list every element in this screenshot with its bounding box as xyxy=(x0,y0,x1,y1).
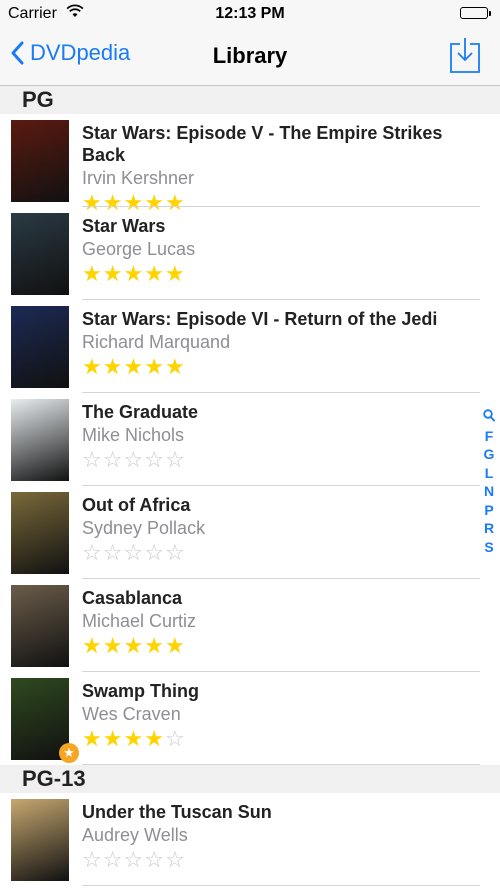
star-filled-icon: ★ xyxy=(123,726,145,751)
star-filled-icon: ★ xyxy=(123,261,145,286)
star-filled-icon: ★ xyxy=(123,354,145,379)
movie-director: Wes Craven xyxy=(82,704,181,724)
index-letter[interactable]: N xyxy=(478,482,500,501)
star-empty-icon: ☆ xyxy=(102,847,124,872)
movie-title: Swamp Thing xyxy=(82,681,199,701)
index-letter[interactable]: F xyxy=(478,427,500,446)
star-filled-icon: ★ xyxy=(123,633,145,658)
star-empty-icon: ☆ xyxy=(123,540,145,565)
movie-director: Irvin Kershner xyxy=(82,168,195,188)
movie-row[interactable]: Star Wars George Lucas ★★★★★ xyxy=(0,207,480,300)
star-filled-icon: ★ xyxy=(82,261,103,286)
movie-cover xyxy=(11,120,69,202)
star-filled-icon: ★ xyxy=(164,261,186,286)
index-letter[interactable]: R xyxy=(478,519,500,538)
movie-director: Audrey Wells xyxy=(82,825,188,845)
movie-title: Star Wars xyxy=(82,216,166,236)
section-header-pg: PG xyxy=(0,86,500,114)
star-filled-icon: ★ xyxy=(164,633,186,658)
star-empty-icon: ☆ xyxy=(144,847,165,872)
star-empty-icon: ☆ xyxy=(164,726,186,751)
star-filled-icon: ★ xyxy=(144,726,165,751)
movie-director: Richard Marquand xyxy=(82,332,231,352)
movie-row[interactable]: Star Wars: Episode VI - Return of the Je… xyxy=(0,300,480,393)
star-empty-icon: ☆ xyxy=(102,447,124,472)
movie-row[interactable]: Swamp Thing Wes Craven ★★★★☆ ★ xyxy=(0,672,480,765)
index-letter[interactable]: P xyxy=(478,501,500,520)
download-button[interactable] xyxy=(449,36,481,79)
movie-row[interactable]: Out of Africa Sydney Pollack ☆☆☆☆☆ xyxy=(0,486,480,579)
star-filled-icon: ★ xyxy=(102,633,124,658)
star-filled-icon: ★ xyxy=(82,633,103,658)
star-rating: ★★★★★ xyxy=(82,355,472,379)
movie-row[interactable]: Casablanca Michael Curtiz ★★★★★ xyxy=(0,579,480,672)
movie-director: Mike Nichols xyxy=(82,425,185,445)
movie-cover xyxy=(11,585,69,667)
movie-cover xyxy=(11,492,69,574)
star-filled-icon: ★ xyxy=(164,354,186,379)
movie-cover xyxy=(11,306,69,388)
movie-title: Under the Tuscan Sun xyxy=(82,802,272,822)
star-filled-icon: ★ xyxy=(144,354,165,379)
star-rating: ☆☆☆☆☆ xyxy=(82,448,472,472)
movie-cover xyxy=(11,799,69,881)
star-rating: ★★★★☆ xyxy=(82,727,472,751)
star-rating: ☆☆☆☆☆ xyxy=(82,541,472,565)
star-filled-icon: ★ xyxy=(102,354,124,379)
star-empty-icon: ☆ xyxy=(164,540,186,565)
movie-row[interactable]: Star Wars: Episode V - The Empire Strike… xyxy=(0,114,480,215)
star-empty-icon: ☆ xyxy=(123,447,145,472)
star-empty-icon: ☆ xyxy=(123,847,145,872)
star-filled-icon: ★ xyxy=(82,354,103,379)
star-empty-icon: ☆ xyxy=(144,447,165,472)
star-filled-icon: ★ xyxy=(102,261,124,286)
page-title: Library xyxy=(212,43,288,68)
section-label: PG-13 xyxy=(22,766,86,791)
index-letter[interactable]: S xyxy=(478,538,500,557)
star-empty-icon: ☆ xyxy=(164,447,186,472)
star-filled-icon: ★ xyxy=(144,261,165,286)
section-header-pg13: PG-13 xyxy=(0,765,500,793)
status-time: 12:13 PM xyxy=(215,5,285,22)
index-letter[interactable]: L xyxy=(478,464,500,483)
battery-icon xyxy=(460,7,491,19)
movie-title: The Graduate xyxy=(82,402,199,422)
index-search-icon[interactable] xyxy=(478,408,500,427)
section-index[interactable]: F G L N P R S xyxy=(478,408,500,556)
navigation-bar: DVDpedia Library xyxy=(0,28,500,86)
star-empty-icon: ☆ xyxy=(82,847,103,872)
star-empty-icon: ☆ xyxy=(102,540,124,565)
star-empty-icon: ☆ xyxy=(164,847,186,872)
movie-director: Sydney Pollack xyxy=(82,518,206,538)
movie-title: Star Wars: Episode VI - Return of the Je… xyxy=(82,309,438,329)
movie-cover xyxy=(11,399,69,481)
section-label: PG xyxy=(22,87,54,112)
star-filled-icon: ★ xyxy=(102,726,124,751)
download-icon xyxy=(450,38,480,73)
movie-title: Out of Africa xyxy=(82,495,191,515)
star-empty-icon: ☆ xyxy=(82,447,103,472)
row-divider xyxy=(82,885,480,886)
star-filled-icon: ★ xyxy=(82,726,103,751)
star-rating: ★★★★★ xyxy=(82,262,472,286)
movie-row[interactable]: Under the Tuscan Sun Audrey Wells ☆☆☆☆☆ xyxy=(0,793,480,886)
star-filled-icon: ★ xyxy=(144,633,165,658)
status-bar: Carrier 12:13 PM xyxy=(0,0,500,28)
star-rating: ★★★★★ xyxy=(82,634,472,658)
movie-title: Star Wars: Episode V - The Empire Strike… xyxy=(82,123,443,165)
star-empty-icon: ☆ xyxy=(144,540,165,565)
movie-cover xyxy=(11,213,69,295)
movie-director: George Lucas xyxy=(82,239,196,259)
movie-director: Michael Curtiz xyxy=(82,611,197,631)
movie-row[interactable]: The Graduate Mike Nichols ☆☆☆☆☆ xyxy=(0,393,480,486)
favorite-badge-icon: ★ xyxy=(59,743,79,763)
movie-title: Casablanca xyxy=(82,588,183,608)
star-empty-icon: ☆ xyxy=(82,540,103,565)
star-rating: ☆☆☆☆☆ xyxy=(82,848,472,872)
index-letter[interactable]: G xyxy=(478,445,500,464)
